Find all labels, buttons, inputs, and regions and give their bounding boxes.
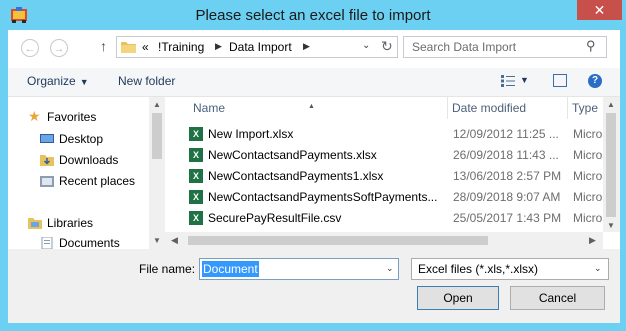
file-name-input[interactable]: Document ⌄: [199, 258, 399, 280]
breadcrumb-separator-icon[interactable]: ▶: [215, 41, 222, 52]
command-bar: Organize ▼ New folder ▼ ?: [8, 68, 620, 97]
preview-pane-icon[interactable]: [553, 74, 567, 87]
file-name-label: File name:: [139, 262, 196, 276]
forward-button[interactable]: →: [50, 39, 68, 57]
close-button[interactable]: ✕: [577, 0, 622, 20]
change-view-icon[interactable]: [501, 75, 515, 87]
chevron-down-icon[interactable]: ⌄: [386, 263, 394, 274]
file-type-value: Excel files (*.xls,*.xlsx): [418, 262, 539, 276]
column-header-date[interactable]: Date modified: [448, 97, 568, 119]
open-button[interactable]: Open: [417, 286, 499, 310]
up-folder-button[interactable]: ↑: [100, 38, 107, 54]
forward-arrow-icon: →: [53, 43, 65, 55]
dialog-body: ← → ↑ « !Training ▶ Data Import ▶ ⌄ ↻ Se…: [8, 30, 620, 323]
refresh-icon[interactable]: ↻: [381, 38, 393, 55]
file-name: NewContactsandPayments1.xlsx: [208, 169, 384, 183]
downloads-icon: [40, 155, 54, 166]
file-row[interactable]: X New Import.xlsx 12/09/2012 11:25 ... M…: [165, 124, 605, 145]
back-button[interactable]: ←: [21, 39, 39, 57]
help-icon[interactable]: ?: [588, 74, 602, 88]
window-title: Please select an excel file to import: [195, 7, 431, 24]
breadcrumb-data-import[interactable]: Data Import: [229, 40, 292, 54]
file-row[interactable]: X NewContactsandPayments.xlsx 26/09/2018…: [165, 145, 605, 166]
file-list-vertical-scrollbar[interactable]: ▲ ▼: [603, 97, 620, 232]
horizontal-scroll-thumb[interactable]: [188, 236, 488, 245]
address-overflow-chevron[interactable]: «: [142, 40, 149, 54]
file-date: 26/09/2018 11:43 ...: [453, 148, 559, 162]
desktop-icon: [40, 134, 54, 143]
organize-label: Organize: [27, 74, 76, 88]
address-bar[interactable]: « !Training ▶ Data Import ▶ ⌄ ↻: [116, 36, 398, 58]
close-icon: ✕: [593, 2, 606, 18]
file-type: Micros: [573, 148, 605, 162]
file-row[interactable]: X SecurePayResultFile.csv 25/05/2017 1:4…: [165, 208, 605, 229]
file-name: NewContactsandPaymentsSoftPayments...: [208, 190, 438, 204]
file-row[interactable]: X NewContactsandPayments1.xlsx 13/06/201…: [165, 166, 605, 187]
scroll-down-icon[interactable]: ▼: [153, 236, 161, 245]
file-name: SecurePayResultFile.csv: [208, 211, 342, 225]
organize-menu[interactable]: Organize ▼: [27, 74, 89, 88]
file-row[interactable]: X NewContactsandPaymentsSoftPayments... …: [165, 187, 605, 208]
folder-icon: [121, 42, 136, 53]
navigation-scroll-thumb[interactable]: [152, 113, 162, 159]
cancel-button[interactable]: Cancel: [510, 286, 605, 310]
file-date: 28/09/2018 9:07 AM: [453, 190, 561, 204]
star-icon: ★: [28, 108, 41, 124]
column-header-type[interactable]: Type: [568, 97, 608, 119]
navigation-pane: ★ Favorites Desktop Downloads Recent pla…: [8, 97, 154, 250]
file-list-horizontal-scrollbar[interactable]: ◀ ▶: [165, 232, 603, 249]
chevron-down-icon: ▼: [79, 77, 89, 87]
address-row: ← → ↑ « !Training ▶ Data Import ▶ ⌄ ↻ Se…: [8, 30, 620, 68]
file-list: Name ▲ Date modified Type X New Import.xl…: [165, 97, 620, 232]
scroll-left-icon[interactable]: ◀: [171, 235, 178, 246]
breadcrumb-training[interactable]: !Training: [158, 40, 204, 54]
file-type: Micros: [573, 169, 605, 183]
breadcrumb-separator-icon[interactable]: ▶: [303, 41, 310, 52]
address-dropdown-icon[interactable]: ⌄: [362, 40, 370, 51]
file-type: Micros: [573, 127, 605, 141]
file-date: 25/05/2017 1:43 PM: [453, 211, 562, 225]
scroll-up-icon[interactable]: ▲: [153, 100, 161, 109]
file-type: Micros: [573, 211, 605, 225]
chevron-down-icon[interactable]: ⌄: [594, 263, 602, 274]
file-type-select[interactable]: Excel files (*.xls,*.xlsx) ⌄: [411, 258, 609, 280]
file-list-scroll-thumb[interactable]: [606, 113, 616, 217]
excel-file-icon: X: [189, 211, 203, 225]
documents-icon: [41, 237, 53, 249]
scroll-up-icon[interactable]: ▲: [607, 100, 615, 109]
back-arrow-icon: ←: [24, 43, 36, 55]
scroll-right-icon[interactable]: ▶: [589, 235, 596, 246]
search-icon[interactable]: ⚲: [586, 38, 596, 54]
title-bar[interactable]: Please select an excel file to import ✕: [0, 0, 626, 30]
file-date: 12/09/2012 11:25 ...: [453, 127, 559, 141]
sort-ascending-icon: ▲: [308, 103, 315, 110]
column-header-name[interactable]: Name ▲: [165, 97, 448, 119]
scroll-down-icon[interactable]: ▼: [607, 221, 615, 230]
file-type: Micros: [573, 190, 605, 204]
libraries-icon: [28, 218, 42, 229]
recent-places-icon: [40, 176, 54, 187]
new-folder-button[interactable]: New folder: [118, 74, 175, 88]
search-input[interactable]: Search Data Import ⚲: [403, 36, 607, 58]
file-date: 13/06/2018 2:57 PM: [453, 169, 562, 183]
file-name-value: Document: [202, 261, 259, 277]
excel-file-icon: X: [189, 148, 203, 162]
excel-file-icon: X: [189, 169, 203, 183]
file-name: New Import.xlsx: [208, 127, 294, 141]
excel-file-icon: X: [189, 190, 203, 204]
search-placeholder: Search Data Import: [412, 40, 517, 54]
excel-file-icon: X: [189, 127, 203, 141]
dialog-footer: File name: Document ⌄ Excel files (*.xls…: [8, 249, 620, 323]
file-name: NewContactsandPayments.xlsx: [208, 148, 377, 162]
view-options-chevron-icon[interactable]: ▼: [520, 75, 529, 85]
navigation-scrollbar[interactable]: ▲ ▼: [149, 97, 165, 249]
